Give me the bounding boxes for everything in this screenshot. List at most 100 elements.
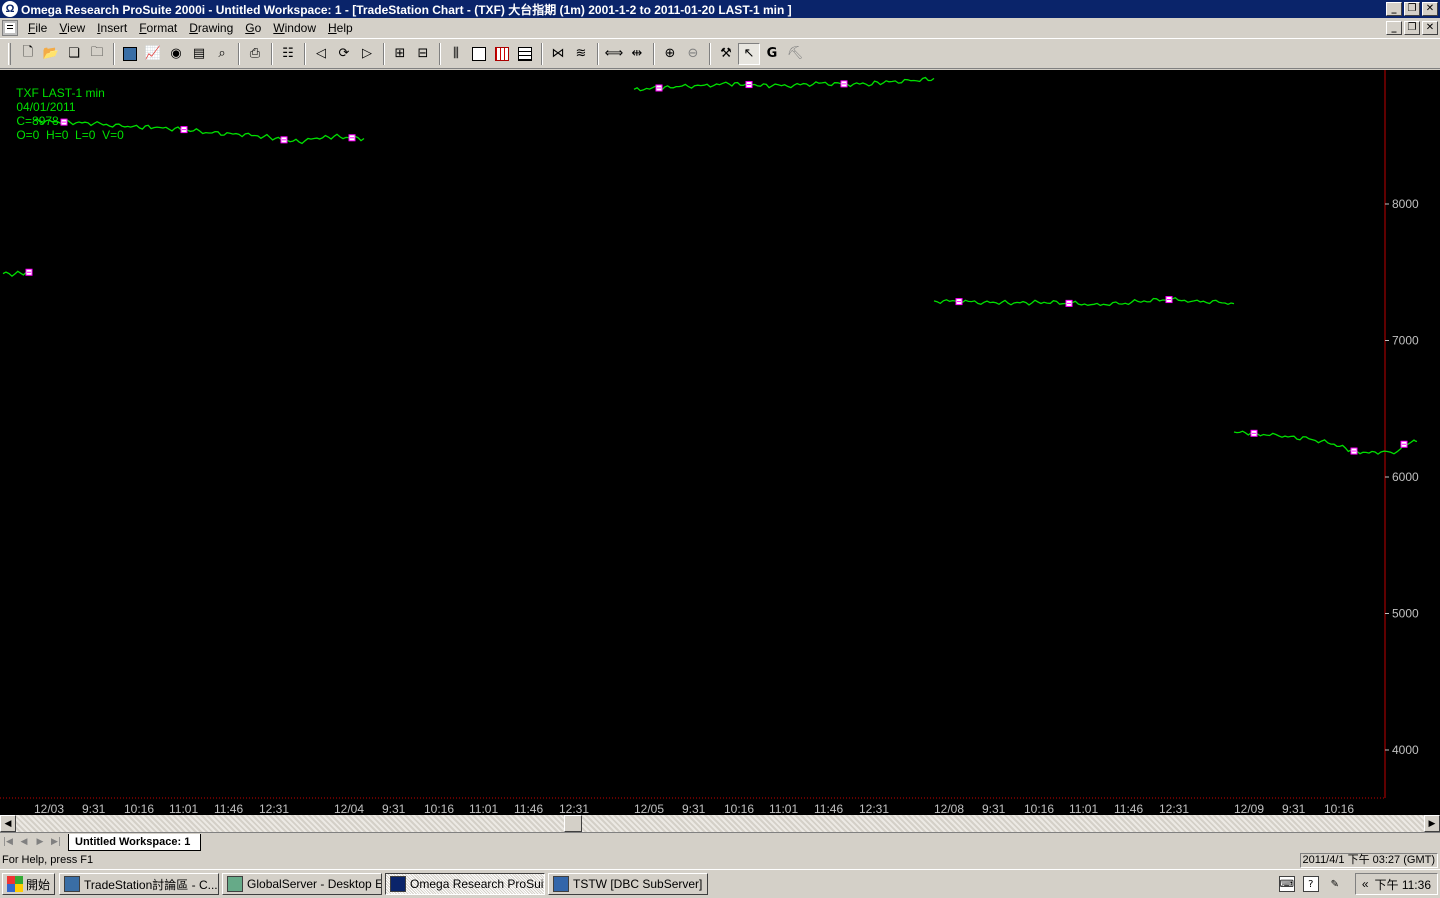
price-tick-label: 8000 xyxy=(1392,197,1419,211)
system-tray: « 下午 11:36 xyxy=(1354,873,1438,895)
refresh-icon[interactable]: ⟳ xyxy=(333,43,355,65)
minimize-button[interactable]: _ xyxy=(1386,2,1402,16)
child-restore-button[interactable]: ❐ xyxy=(1404,21,1420,35)
price-tick-label: 4000 xyxy=(1392,743,1419,757)
tools-icon[interactable]: ⚒ xyxy=(715,43,737,65)
window-title: Omega Research ProSuite 2000i - Untitled… xyxy=(21,2,792,17)
pen-icon[interactable]: ✎ xyxy=(1326,876,1343,892)
start-button[interactable]: 開始 xyxy=(2,873,56,895)
toolbar-grip[interactable] xyxy=(8,42,11,65)
strategy-icon[interactable]: ≋ xyxy=(570,43,592,65)
keyboard-icon[interactable]: ⌨ xyxy=(1278,876,1295,892)
price-chart[interactable]: 8000 7000 6000 5000 4000 12/03 9:31 10:16 11:01 1… xyxy=(0,70,1440,815)
time-tick-label: 12/08 xyxy=(934,802,964,815)
folder-icon[interactable]: 🗀 xyxy=(86,43,108,65)
document-icon[interactable] xyxy=(2,20,18,36)
properties-icon[interactable]: ☷ xyxy=(277,43,299,65)
time-tick-label: 10:16 xyxy=(1324,802,1354,815)
page-icon[interactable]: ▤ xyxy=(188,43,210,65)
menu-go[interactable]: Go xyxy=(239,21,267,35)
scroll-thumb[interactable] xyxy=(564,815,582,832)
format-analysis-icon[interactable]: ⊟ xyxy=(412,43,434,65)
time-tick-label: 10:16 xyxy=(724,802,754,815)
window-icon[interactable] xyxy=(468,43,490,65)
tab-first-button[interactable]: |◀ xyxy=(0,834,16,850)
compress-icon[interactable]: ⇹ xyxy=(626,43,648,65)
time-tick-label: 12:31 xyxy=(859,802,889,815)
grid-icon[interactable] xyxy=(491,43,513,65)
tray-expand-icon[interactable]: « xyxy=(1362,877,1369,891)
toolbar: 🗋 📂 ❏ 🗀 📈 ◉ ▤ ⌕ ⎙ ☷ ◁ ⟳ ▷ ⊞ ⊟ ⫼ ⋈ ≋ ⟺ ⇹ … xyxy=(0,38,1440,69)
forward-icon[interactable]: ▷ xyxy=(356,43,378,65)
task-omega-research[interactable]: Omega Research ProSuit... xyxy=(385,873,546,895)
tab-last-button[interactable]: ▶| xyxy=(48,834,64,850)
g-icon[interactable]: G xyxy=(761,43,783,65)
scroll-right-button[interactable]: ▶ xyxy=(1424,815,1440,832)
zoom-in-icon[interactable]: ⊕ xyxy=(659,43,681,65)
open-icon[interactable]: 📂 xyxy=(40,43,62,65)
task-globalserver[interactable]: GlobalServer - Desktop E... xyxy=(222,873,383,895)
time-tick-label: 11:01 xyxy=(1069,802,1098,815)
tray-clock[interactable]: 下午 11:36 xyxy=(1375,876,1431,893)
radar-icon[interactable]: ◉ xyxy=(165,43,187,65)
horizontal-scrollbar[interactable]: ◀ ▶ xyxy=(0,815,1440,832)
new-icon[interactable]: 🗋 xyxy=(17,43,39,65)
time-tick-label: 9:31 xyxy=(982,802,1006,815)
find-icon[interactable]: ⌕ xyxy=(211,43,233,65)
price-tick-label: 6000 xyxy=(1392,470,1419,484)
spread-icon[interactable]: ⟺ xyxy=(603,43,625,65)
print-icon[interactable]: ⎙ xyxy=(244,43,266,65)
legend-date: 04/01/2011 xyxy=(16,100,76,114)
help-icon[interactable]: ? xyxy=(1302,876,1319,892)
scroll-left-button[interactable]: ◀ xyxy=(0,815,16,832)
task-tstw-subserver[interactable]: TSTW [DBC SubServer] xyxy=(548,873,709,895)
chart-legend: TXF LAST-1 min 04/01/2011 C=8978 O=0 H=0… xyxy=(3,72,134,156)
legend-close: C=8978 xyxy=(16,114,59,128)
chart-area[interactable]: 8000 7000 6000 5000 4000 12/03 9:31 10:16 11:01 1… xyxy=(0,70,1440,815)
close-button[interactable]: ✕ xyxy=(1422,2,1438,16)
tab-next-button[interactable]: ▶ xyxy=(32,834,48,850)
omega-icon[interactable]: Ω xyxy=(2,1,18,17)
time-tick-label: 9:31 xyxy=(1282,802,1306,815)
time-tick-label: 12/03 xyxy=(34,802,64,815)
time-tick-label: 12/05 xyxy=(634,802,664,815)
task-tradestation-forum[interactable]: TradeStation討論區 - C... xyxy=(59,873,220,895)
bar-type-icon[interactable]: ⫼ xyxy=(445,43,467,65)
time-tick-label: 9:31 xyxy=(82,802,106,815)
menu-format[interactable]: Format xyxy=(133,21,183,35)
pointer-icon[interactable]: ↖ xyxy=(738,42,760,65)
menu-help[interactable]: Help xyxy=(322,21,359,35)
menu-insert[interactable]: Insert xyxy=(91,21,133,35)
menu-window[interactable]: Window xyxy=(267,21,322,35)
start-label: 開始 xyxy=(26,877,51,892)
time-tick-label: 9:31 xyxy=(682,802,706,815)
print-setup-icon[interactable] xyxy=(119,43,141,65)
price-tick-label: 5000 xyxy=(1392,607,1419,621)
menu-view[interactable]: View xyxy=(53,21,91,35)
windows-logo-icon xyxy=(7,876,23,892)
chart-icon[interactable]: 📈 xyxy=(142,43,164,65)
back-icon[interactable]: ◁ xyxy=(310,43,332,65)
menu-file[interactable]: File xyxy=(22,21,53,35)
omega-icon xyxy=(390,876,407,892)
time-tick-label: 11:01 xyxy=(169,802,198,815)
open-workspace-icon[interactable]: ❏ xyxy=(63,43,85,65)
insert-analysis-icon[interactable]: ⊞ xyxy=(389,43,411,65)
scroll-track[interactable] xyxy=(16,815,1424,832)
time-tick-label: 12:31 xyxy=(559,802,589,815)
status-datetime: 2011/4/1 下午 03:27 (GMT) xyxy=(1299,852,1438,868)
child-close-button[interactable]: ✕ xyxy=(1422,21,1438,35)
time-tick-label: 10:16 xyxy=(424,802,454,815)
menu-drawing[interactable]: Drawing xyxy=(183,21,239,35)
legend-symbol: TXF LAST-1 min xyxy=(16,86,105,100)
table-icon[interactable] xyxy=(514,43,536,65)
time-tick-label: 11:01 xyxy=(769,802,798,815)
zoom-out-icon[interactable]: ⊖ xyxy=(682,43,704,65)
price-line-12-08 xyxy=(1233,430,1418,455)
tab-prev-button[interactable]: ◀ xyxy=(16,834,32,850)
restore-button[interactable]: ❐ xyxy=(1404,2,1420,16)
time-tick-label: 10:16 xyxy=(124,802,154,815)
tab-untitled-workspace[interactable]: Untitled Workspace: 1 xyxy=(68,833,202,851)
child-minimize-button[interactable]: _ xyxy=(1386,21,1402,35)
indicator-icon[interactable]: ⋈ xyxy=(547,43,569,65)
